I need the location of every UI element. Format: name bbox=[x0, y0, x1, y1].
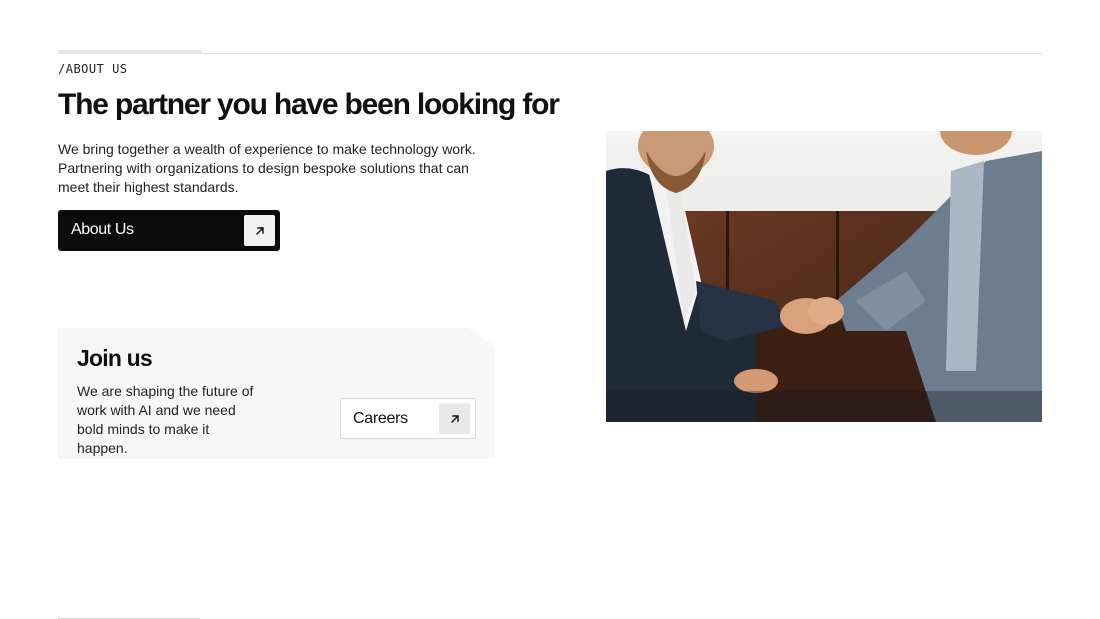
careers-button-label: Careers bbox=[353, 410, 408, 427]
arrow-up-right-icon bbox=[439, 403, 470, 434]
section-divider bbox=[58, 53, 1042, 54]
join-us-card: Join us We are shaping the future of wor… bbox=[58, 328, 495, 459]
join-us-title: Join us bbox=[77, 345, 153, 371]
intro-paragraph: We bring together a wealth of experience… bbox=[58, 141, 476, 195]
section-eyebrow: /ABOUT US bbox=[58, 62, 128, 76]
handshake-photo bbox=[606, 131, 1042, 422]
page-title: The partner you have been looking for bbox=[58, 88, 560, 121]
about-us-button-label: About Us bbox=[71, 221, 134, 238]
arrow-up-right-icon bbox=[244, 215, 275, 246]
about-us-button[interactable]: About Us bbox=[58, 210, 280, 251]
careers-button[interactable]: Careers bbox=[340, 398, 476, 439]
section-progress-indicator bbox=[58, 50, 202, 54]
join-us-text: We are shaping the future of work with A… bbox=[77, 383, 254, 456]
about-section: /ABOUT US The partner you have been look… bbox=[0, 0, 1100, 619]
